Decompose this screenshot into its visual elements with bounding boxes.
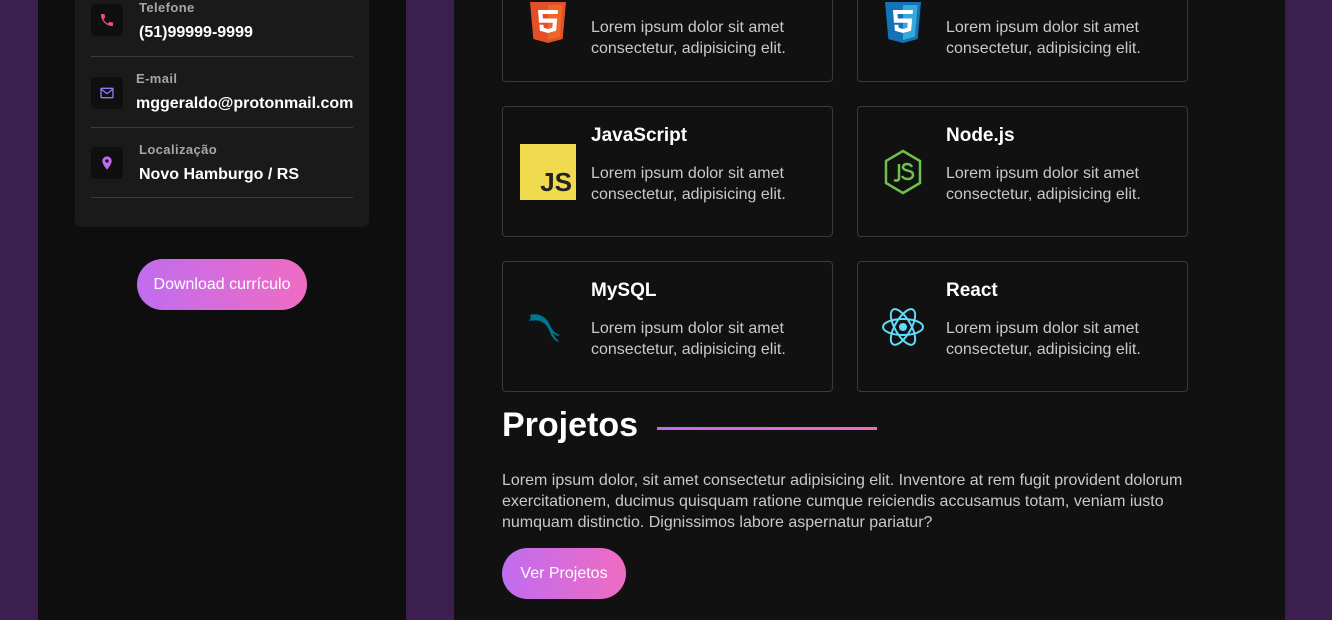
skill-card-javascript: JS JavaScript Lorem ipsum dolor sit amet… [502, 106, 833, 237]
skill-name: Node.js [946, 125, 1015, 146]
contact-location: Localização Novo Hamburgo / RS [91, 142, 353, 183]
skill-description: Lorem ipsum dolor sit amet consectetur, … [591, 320, 786, 358]
contact-email: E-mail mggeraldo@protonmail.com [91, 71, 353, 113]
skill-card-react: React Lorem ipsum dolor sit amet consect… [857, 261, 1188, 392]
phone-label: Telefone [139, 0, 195, 15]
mail-icon [91, 77, 123, 109]
mysql-icon [520, 299, 576, 355]
projects-paragraph: Lorem ipsum dolor, sit amet consectetur … [502, 472, 1183, 531]
title-underline [657, 427, 877, 430]
projects-title: Projetos [502, 406, 639, 444]
html5-icon [520, 0, 576, 53]
skill-card-html: Lorem ipsum dolor sit amet consectetur, … [502, 0, 833, 82]
skill-name: React [946, 280, 998, 301]
skill-card-mysql: MySQL Lorem ipsum dolor sit amet consect… [502, 261, 833, 392]
react-icon [875, 299, 931, 355]
skill-description: Lorem ipsum dolor sit amet consectetur, … [591, 19, 786, 57]
css3-icon [875, 0, 931, 53]
contact-phone: Telefone (51)99999-9999 [91, 0, 353, 42]
skill-description: Lorem ipsum dolor sit amet consectetur, … [591, 165, 786, 203]
phone-value[interactable]: (51)99999-9999 [139, 24, 253, 42]
email-label: E-mail [136, 71, 178, 86]
phone-icon [91, 4, 123, 36]
skill-name: JavaScript [591, 125, 688, 146]
skill-name: MySQL [591, 280, 657, 301]
skill-description: Lorem ipsum dolor sit amet consectetur, … [946, 19, 1141, 57]
contact-card: Telefone (51)99999-9999 E-mail mggeraldo… [75, 0, 369, 227]
nodejs-icon [875, 144, 931, 200]
divider [91, 197, 353, 198]
javascript-icon: JS [520, 144, 576, 200]
view-projects-button[interactable]: Ver Projetos [502, 548, 626, 599]
location-pin-icon [91, 147, 123, 179]
email-value[interactable]: mggeraldo@protonmail.com [136, 95, 353, 113]
divider [91, 127, 353, 128]
skill-card-css: Lorem ipsum dolor sit amet consectetur, … [857, 0, 1188, 82]
skill-description: Lorem ipsum dolor sit amet consectetur, … [946, 320, 1141, 358]
location-value: Novo Hamburgo / RS [139, 166, 300, 183]
main-content: Lorem ipsum dolor sit amet consectetur, … [454, 0, 1285, 620]
skill-description: Lorem ipsum dolor sit amet consectetur, … [946, 165, 1141, 203]
sidebar: Telefone (51)99999-9999 E-mail mggeraldo… [38, 0, 406, 620]
skill-card-nodejs: Node.js Lorem ipsum dolor sit amet conse… [857, 106, 1188, 237]
download-cv-button[interactable]: Download currículo [137, 259, 307, 310]
divider [91, 56, 353, 57]
location-label: Localização [139, 142, 218, 157]
javascript-logo-text: JS [540, 167, 572, 197]
